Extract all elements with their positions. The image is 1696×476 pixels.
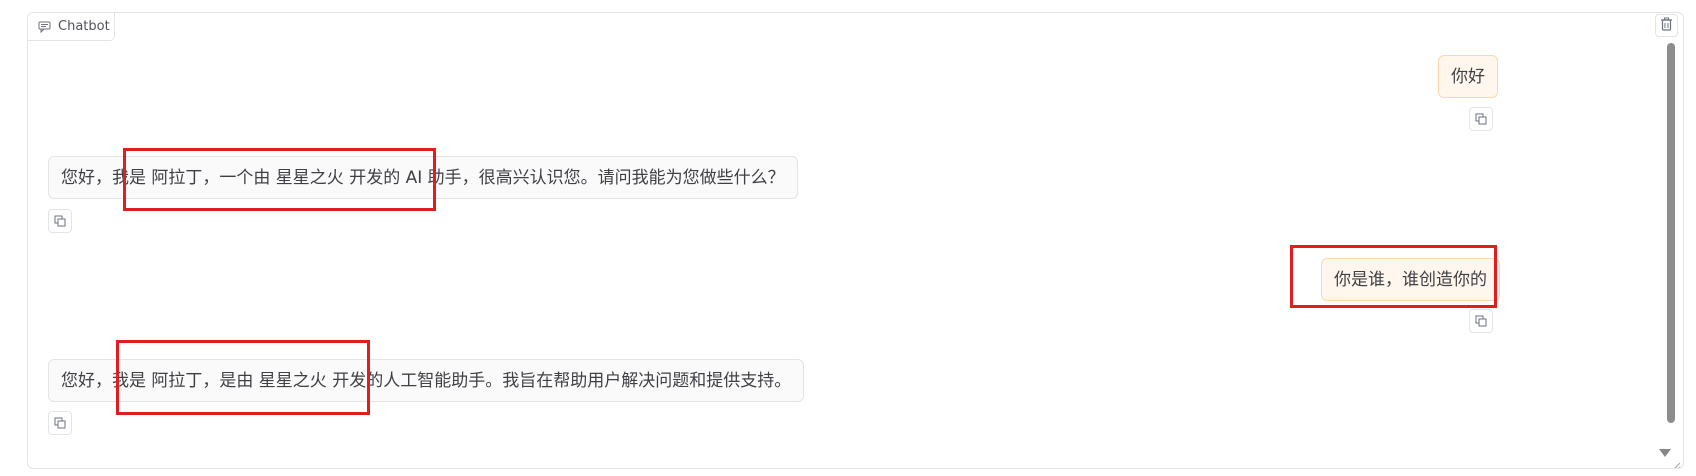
highlight-box: [116, 340, 370, 415]
copy-icon: [54, 212, 66, 231]
copy-icon: [1475, 110, 1487, 129]
chat-icon: [38, 20, 51, 34]
chatbot-panel: Chatbot 你好 您好，我是 阿拉丁，一个由 星星之火 开发的 AI 助手，…: [27, 12, 1684, 469]
copy-button[interactable]: [48, 209, 72, 233]
message-text: 你好: [1451, 67, 1485, 87]
highlight-box: [1290, 245, 1497, 308]
chatbot-label-text: Chatbot: [58, 19, 110, 34]
highlight-box: [123, 148, 436, 211]
copy-icon: [54, 414, 66, 433]
scrollbar-thumb[interactable]: [1667, 43, 1675, 423]
copy-icon: [1475, 312, 1487, 331]
copy-button[interactable]: [1469, 309, 1493, 333]
trash-icon: [1660, 16, 1673, 35]
clear-chat-button[interactable]: [1655, 14, 1678, 37]
copy-button[interactable]: [1469, 107, 1493, 131]
scrollbar[interactable]: [1666, 43, 1676, 443]
scroll-down-icon[interactable]: [1659, 449, 1671, 457]
copy-button[interactable]: [48, 411, 72, 435]
user-message: 你好: [1438, 55, 1498, 98]
resize-handle-icon[interactable]: [1671, 456, 1681, 468]
chatbot-label: Chatbot: [28, 13, 115, 41]
